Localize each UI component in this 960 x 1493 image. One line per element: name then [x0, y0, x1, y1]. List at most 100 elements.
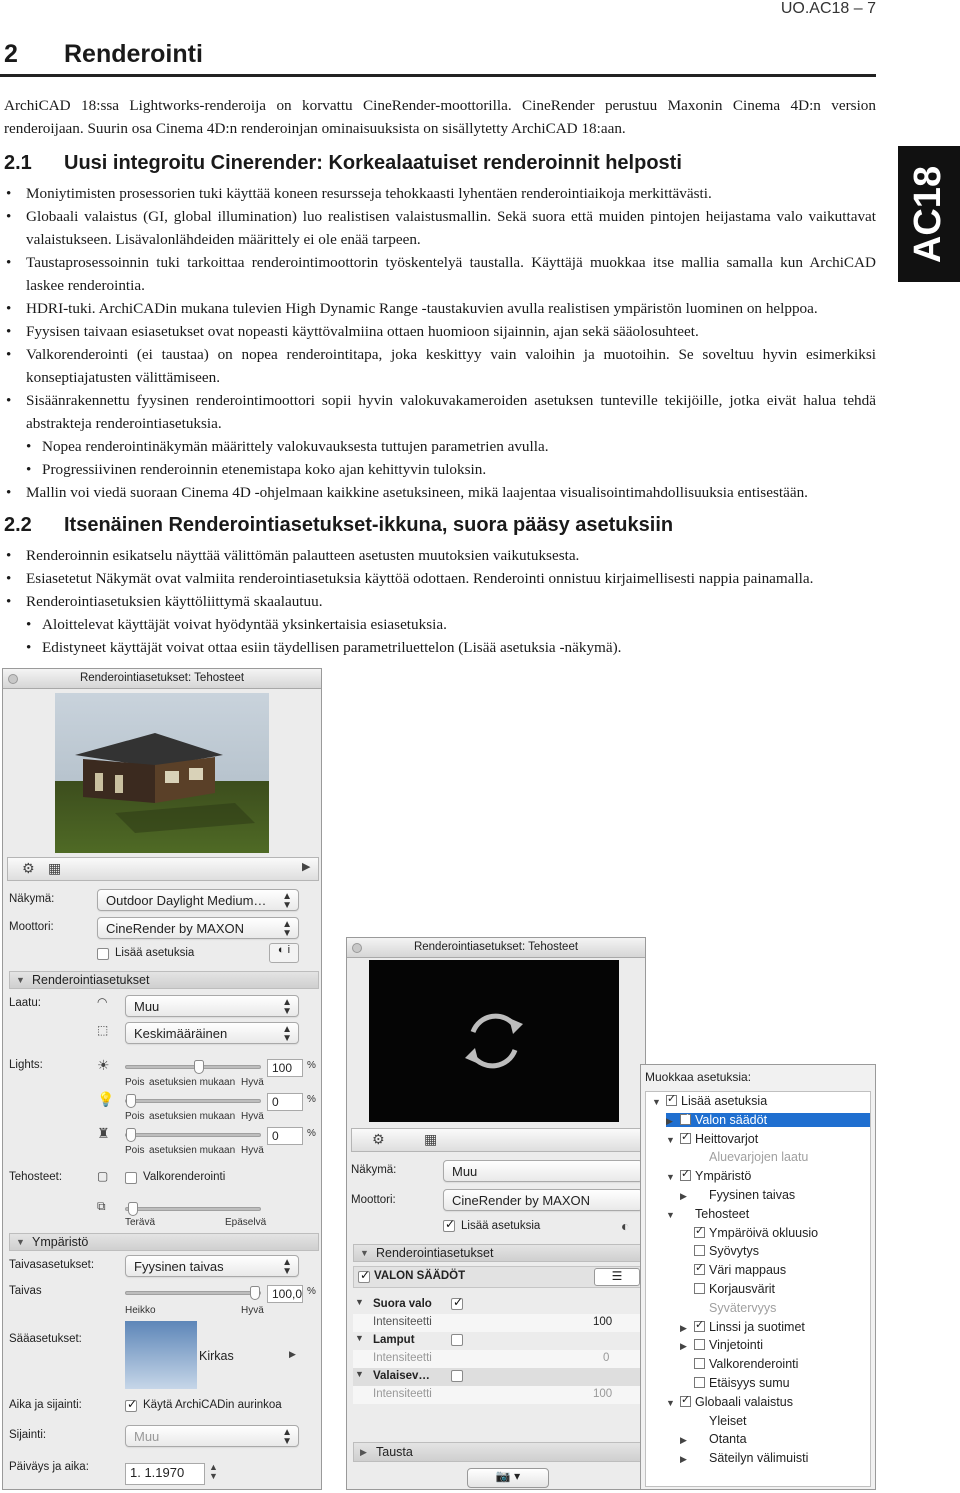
chevron-down-icon[interactable]: ▼ [666, 1210, 680, 1220]
section-header-render[interactable]: Renderointiasetukset [353, 1244, 643, 1262]
table-row: ▼ Lamput [353, 1332, 643, 1350]
engine-select[interactable]: CineRender by MAXON ▲ ▼ [97, 917, 299, 939]
gear-icon[interactable]: ⚙ [22, 860, 35, 877]
tree-checkbox[interactable] [680, 1393, 691, 1407]
tree-checkbox[interactable] [694, 1224, 705, 1238]
tree-checkbox[interactable] [680, 1130, 691, 1144]
chevron-right-icon[interactable]: ▶ [680, 1341, 694, 1352]
tree-item[interactable]: ▼ Tehosteet [666, 1207, 749, 1221]
sphere-icon[interactable]: ◐ [621, 1218, 629, 1234]
light-settings-checkbox[interactable] [358, 1268, 370, 1283]
tree-item[interactable]: Syvätervyys [680, 1301, 776, 1315]
white-render-checkbox[interactable] [125, 1172, 137, 1184]
tree-checkbox[interactable] [694, 1358, 705, 1370]
subsection-2-1-heading: 2.1 Uusi integroitu Cinerender: Korkealaa… [4, 152, 682, 175]
tree-checkbox[interactable] [694, 1339, 705, 1351]
tree-checkbox[interactable] [694, 1261, 705, 1276]
tree-checkbox[interactable] [694, 1318, 705, 1332]
tree-checkbox[interactable] [694, 1245, 705, 1257]
slider-knob[interactable] [128, 1202, 138, 1216]
tree-item[interactable]: ▶ Säteilyn välimuisti [680, 1451, 808, 1465]
tree-item[interactable]: Yleiset [680, 1414, 747, 1428]
row-checkbox[interactable] [451, 1370, 463, 1382]
quality-select[interactable]: Muu ▲ ▼ [125, 995, 299, 1017]
chevron-down-icon[interactable]: ▼ [666, 1135, 680, 1145]
tree-item[interactable]: ▼ Heittovarjot [666, 1130, 758, 1146]
layout-icon[interactable]: ▦ [48, 860, 61, 877]
tree-item[interactable]: Valkorenderointi [680, 1357, 798, 1371]
camera-render-button[interactable]: 📷 ▾ [467, 1468, 549, 1488]
row-value[interactable]: 0 [603, 1352, 609, 1364]
chevron-down-icon[interactable]: ▼ [666, 1398, 680, 1408]
tree-item[interactable]: ▼ Ympäristö [666, 1167, 751, 1183]
tree-item[interactable]: Etäisyys sumu [680, 1376, 790, 1390]
slider-knob[interactable] [250, 1286, 260, 1300]
use-sun-checkbox[interactable] [125, 1397, 137, 1412]
sky-type-select[interactable]: Fyysinen taivas ▲ ▼ [125, 1255, 299, 1277]
chevron-down-icon[interactable]: ▼ [355, 1297, 364, 1307]
tree-item[interactable]: Aluevarjojen laatu [680, 1150, 808, 1164]
tree-checkbox[interactable] [666, 1092, 677, 1106]
chevron-right-icon[interactable]: ▶ [680, 1191, 694, 1202]
chevron-right-icon[interactable]: ▶ [680, 1435, 694, 1446]
square-icon: ▢ [97, 1169, 109, 1183]
tree-item[interactable]: ▶ Linssi ja suotimet [680, 1318, 805, 1334]
row-checkbox[interactable] [451, 1295, 463, 1310]
tree-item[interactable]: ▶ Vinjetointi [680, 1338, 763, 1352]
view-preset-select[interactable]: Outdoor Daylight Medium… ▲ ▼ [97, 889, 299, 911]
play-icon[interactable]: ▶ [302, 860, 310, 873]
sky-intensity-value[interactable]: 100,0 [267, 1285, 303, 1303]
light-slider-3[interactable] [125, 1128, 261, 1142]
quality-level-select[interactable]: Keskimääräinen ▲ ▼ [125, 1022, 299, 1044]
section-header-background[interactable]: ▶ Tausta [353, 1442, 643, 1462]
light-value-1[interactable]: 100 [267, 1059, 303, 1077]
chevron-right-icon[interactable]: ▶ [680, 1454, 694, 1465]
section-header-environment[interactable]: Ympäristö [9, 1233, 319, 1251]
weather-value[interactable]: Kirkas [199, 1349, 234, 1363]
chevron-down-icon[interactable]: ▼ [652, 1097, 666, 1107]
tree-item[interactable]: Syövytys [680, 1244, 759, 1258]
light-value-2[interactable]: 0 [267, 1093, 303, 1111]
tree-checkbox[interactable] [694, 1283, 705, 1294]
light-value-3[interactable]: 0 [267, 1127, 303, 1145]
tree-item[interactable]: ▼ Lisää asetuksia [652, 1092, 767, 1108]
date-field[interactable]: 1. 1.1970 [125, 1463, 205, 1485]
sharpness-slider[interactable] [125, 1202, 261, 1216]
location-select[interactable]: Muu ▲ ▼ [125, 1425, 299, 1447]
gear-icon[interactable]: ⚙ [372, 1131, 385, 1148]
info-button[interactable]: ◐ i [269, 943, 299, 963]
chevron-down-icon[interactable]: ▼ [355, 1369, 364, 1379]
layout-icon[interactable]: ▦ [424, 1131, 437, 1148]
tree-item[interactable]: ▶ Fyysinen taivas [680, 1188, 795, 1202]
row-checkbox[interactable] [451, 1334, 463, 1346]
row-value[interactable]: 100 [593, 1388, 612, 1400]
tree-item[interactable]: ▶ Otanta [680, 1432, 747, 1446]
tree-item[interactable]: Ympäröivä okluusio [680, 1224, 818, 1240]
tree-checkbox[interactable] [694, 1377, 705, 1388]
more-settings-checkbox[interactable] [443, 1217, 455, 1232]
tree-item[interactable]: ▶ Valon säädöt [666, 1111, 870, 1127]
light-slider-1[interactable] [125, 1060, 261, 1074]
tree-checkbox[interactable] [680, 1167, 691, 1182]
row-value[interactable]: 100 [593, 1316, 612, 1328]
chevron-right-icon[interactable]: ▶ [666, 1116, 680, 1127]
tree-item[interactable]: Väri mappaus [680, 1261, 786, 1277]
view-preset-select[interactable]: Muu [443, 1160, 643, 1182]
more-settings-checkbox[interactable] [97, 948, 109, 960]
light-slider-2[interactable] [125, 1094, 261, 1108]
tree-item[interactable]: ▼ Globaali valaistus [666, 1393, 793, 1409]
stepper-icon[interactable]: ▲ ▼ [209, 1463, 218, 1481]
slider-knob[interactable] [126, 1094, 136, 1108]
sky-intensity-slider[interactable] [125, 1286, 261, 1300]
tree-item[interactable]: Korjausvärit [680, 1282, 775, 1296]
chevron-down-icon[interactable]: ▼ [666, 1172, 680, 1182]
list-menu-button[interactable]: ☰ [594, 1268, 640, 1286]
chevron-down-icon[interactable]: ▼ [355, 1333, 364, 1343]
slider-knob[interactable] [126, 1128, 136, 1142]
engine-select[interactable]: CineRender by MAXON [443, 1189, 643, 1211]
section-header-render[interactable]: Renderointiasetukset [9, 971, 319, 989]
chevron-right-icon[interactable]: ▶ [680, 1323, 694, 1334]
slider-knob[interactable] [194, 1060, 204, 1074]
tree-checkbox[interactable] [680, 1111, 691, 1125]
chevron-right-icon[interactable]: ▶ [289, 1349, 296, 1360]
